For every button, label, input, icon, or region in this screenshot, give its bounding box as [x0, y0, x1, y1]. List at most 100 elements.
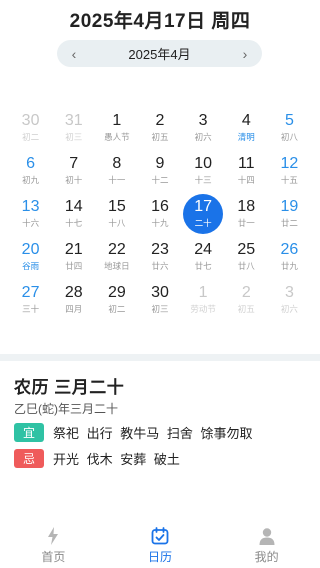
calendar-day[interactable]: 30 初三	[151, 284, 169, 315]
chevron-right-icon[interactable]: ›	[238, 46, 252, 62]
day-number: 9	[155, 155, 165, 172]
ji-badge: 忌	[14, 449, 44, 468]
calendar-day[interactable]: 10 十三	[194, 155, 212, 186]
yi-badge: 宜	[14, 423, 44, 442]
calendar-day[interactable]: 2 初五	[151, 112, 168, 143]
day-number: 22	[107, 241, 126, 258]
lunar-day-label: 十四	[237, 175, 255, 185]
calendar-day[interactable]: 11 十四	[238, 155, 255, 186]
tab-profile[interactable]: 我的	[213, 527, 320, 568]
calendar-day[interactable]: 5 初八	[281, 112, 298, 143]
lunar-day-label: 初八	[280, 132, 298, 142]
day-number: 2	[241, 284, 251, 301]
day-number: 3	[284, 284, 294, 301]
tab-home-label: 首页	[41, 550, 66, 564]
ji-text: 开光 伐木 安葬 破土	[53, 452, 180, 467]
calendar-day[interactable]: 15 十八	[108, 198, 126, 229]
lunar-day-label: 十六	[22, 218, 40, 228]
day-number: 16	[151, 198, 169, 215]
lunar-day-label: 地球日	[104, 261, 130, 271]
calendar-day[interactable]: 1 劳动节	[190, 284, 216, 315]
ji-row: 忌 开光 伐木 安葬 破土	[14, 449, 180, 468]
tab-calendar[interactable]: 日历	[107, 527, 214, 568]
month-selector[interactable]: ‹ 2025年4月 ›	[57, 40, 262, 67]
calendar-day[interactable]: 26 廿九	[281, 241, 299, 272]
calendar-day[interactable]: 3 初六	[281, 284, 298, 315]
calendar-day[interactable]: 21 廿四	[65, 241, 83, 272]
calendar-day[interactable]: 27 三十	[22, 284, 40, 315]
day-number: 25	[237, 241, 256, 258]
lunar-day-label: 十五	[280, 175, 298, 185]
yi-text: 祭祀 出行 教牛马 扫舍 馀事勿取	[53, 426, 253, 441]
lunar-day-label: 廿二	[280, 218, 298, 228]
chevron-left-icon[interactable]: ‹	[67, 46, 81, 62]
day-number: 3	[198, 112, 208, 129]
day-number: 11	[237, 155, 255, 172]
calendar-day[interactable]: 16 十九	[151, 198, 169, 229]
lunar-day-label: 劳动节	[190, 304, 216, 314]
calendar-day[interactable]: 28 四月	[65, 284, 83, 315]
day-number: 29	[107, 284, 126, 301]
lunar-day-label: 初二	[22, 132, 40, 142]
calendar-day[interactable]: 29 初二	[108, 284, 126, 315]
day-number: 8	[112, 155, 122, 172]
day-number: 24	[194, 241, 213, 258]
day-number: 12	[280, 155, 299, 172]
calendar-day[interactable]: 12 十五	[281, 155, 299, 186]
lunar-day-label: 初三	[151, 304, 169, 314]
lunar-day-label: 廿八	[237, 261, 255, 271]
day-number: 27	[21, 284, 40, 301]
calendar-day[interactable]: 30 初二	[22, 112, 40, 143]
person-icon	[257, 527, 277, 545]
month-label: 2025年4月	[128, 47, 191, 62]
calendar-day[interactable]: 7 初十	[65, 155, 82, 186]
tab-calendar-label: 日历	[148, 550, 173, 564]
lunar-day-label: 二十	[194, 218, 212, 228]
section-divider	[0, 354, 320, 361]
day-number: 10	[194, 155, 213, 172]
lunar-day-label: 十二	[151, 175, 169, 185]
lunar-day-label: 十一	[108, 175, 126, 185]
lunar-day-label: 十七	[65, 218, 83, 228]
day-number: 19	[280, 198, 299, 215]
calendar-day[interactable]: 18 廿一	[237, 198, 255, 229]
lunar-day-label: 十九	[151, 218, 169, 228]
tab-home[interactable]: 首页	[0, 527, 107, 568]
lunar-day-label: 谷雨	[22, 261, 40, 271]
bottom-tab-bar: 首页 日历 我的	[0, 527, 320, 568]
calendar-day[interactable]: 13 十六	[22, 198, 40, 229]
tab-profile-label: 我的	[254, 550, 279, 564]
calendar-day[interactable]: 2 初五	[238, 284, 255, 315]
day-number: 7	[69, 155, 79, 172]
day-number: 5	[284, 112, 294, 129]
lunar-day-label: 初六	[280, 304, 298, 314]
calendar-day[interactable]: 6 初九	[22, 155, 39, 186]
calendar-day[interactable]: 22 地球日	[104, 241, 130, 272]
calendar-day[interactable]: 24 廿七	[194, 241, 212, 272]
calendar-day[interactable]: 19 廿二	[281, 198, 299, 229]
lunar-date-title: 农历 三月二十	[14, 378, 125, 397]
lunar-day-label: 初十	[65, 175, 83, 185]
lunar-day-label: 初五	[151, 132, 169, 142]
calendar-day[interactable]: 9 十二	[151, 155, 168, 186]
calendar-day[interactable]: 8 十一	[108, 155, 125, 186]
calendar-day[interactable]: 14 十七	[65, 198, 83, 229]
calendar-day[interactable]: 4 清明	[238, 112, 255, 143]
day-number: 1	[198, 284, 208, 301]
calendar-day[interactable]: 23 廿六	[151, 241, 169, 272]
day-number: 30	[21, 112, 40, 129]
calendar-day[interactable]: 20 谷雨	[22, 241, 40, 272]
calendar-day[interactable]: 3 初六	[195, 112, 212, 143]
calendar-day[interactable]: 25 廿八	[237, 241, 255, 272]
lunar-day-label: 廿四	[65, 261, 83, 271]
calendar-day[interactable]: 1 愚人节	[104, 112, 130, 143]
day-number: 31	[64, 112, 83, 129]
day-number: 1	[112, 112, 122, 129]
lunar-day-label: 初九	[22, 175, 40, 185]
calendar-day-selected[interactable]: 17 二十	[183, 193, 224, 234]
lunar-day-label: 十八	[108, 218, 126, 228]
lunar-day-label: 初五	[237, 304, 255, 314]
day-number: 23	[151, 241, 169, 258]
lunar-day-label: 清明	[237, 132, 255, 142]
calendar-day[interactable]: 31 初三	[65, 112, 83, 143]
